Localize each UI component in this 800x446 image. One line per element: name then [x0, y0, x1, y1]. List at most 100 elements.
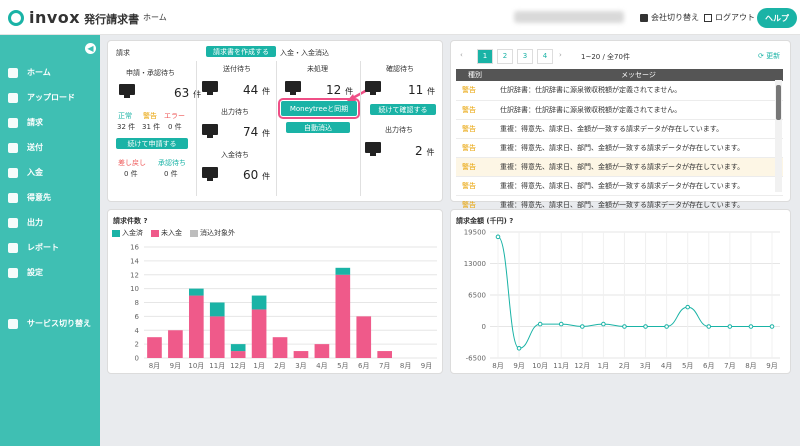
logo[interactable]: invox 発行請求書 [8, 8, 139, 27]
bar-segment [335, 267, 351, 275]
bar-segment [356, 316, 372, 358]
switch-icon [8, 318, 18, 329]
page-1[interactable]: 1 [477, 49, 493, 64]
continue-apply-button[interactable]: 続けて申請する [116, 138, 188, 149]
data-point [769, 324, 775, 329]
x-tick-label: 4月 [661, 362, 672, 370]
page-3[interactable]: 3 [517, 49, 533, 64]
x-tick-label: 2月 [619, 362, 630, 370]
x-tick-label: 8月 [745, 362, 756, 370]
legend-unpaid: 未入金 [151, 228, 182, 238]
sidebar-item-label: レポート [27, 243, 59, 252]
sidebar-item-settings[interactable]: 設定 [8, 267, 43, 278]
data-point [685, 304, 690, 310]
bar-segment [314, 344, 330, 358]
divider [276, 61, 277, 196]
table-row[interactable]: 警告 仕訳辞書：仕訳辞書に源泉徴収税額が定義されてません。 [456, 100, 783, 120]
table-row[interactable]: 警告 重複：得意先、請求日、部門、金額が一致する請求データが存在しています。 [456, 157, 783, 177]
returned-label: 差し戻し [118, 159, 146, 167]
moneytree-sync-button[interactable]: Moneytreeと同期 [278, 98, 360, 119]
service-switch-label: サービス切り替え [27, 319, 91, 328]
help-button[interactable]: ヘルプ [757, 8, 797, 28]
returned-count: 0 件 [124, 170, 138, 178]
building-icon [8, 192, 18, 203]
monitor-icon [365, 142, 381, 156]
legend-paid: 入金済 [112, 228, 143, 238]
approval-count: 63 件 [174, 86, 202, 100]
sidebar-item-billing[interactable]: 請求 [8, 117, 43, 128]
x-tick-label: 7月 [379, 362, 390, 370]
breadcrumb-home[interactable]: ホーム [143, 12, 167, 23]
monitor-icon [202, 81, 218, 95]
sidebar-item-label: 出力 [27, 218, 43, 227]
y-tick-label: 13000 [464, 260, 486, 268]
monitor-icon [285, 81, 301, 95]
bar-segment [377, 351, 393, 358]
sidebar-item-upload[interactable]: アップロード [8, 92, 75, 103]
sidebar-item-customers[interactable]: 得意先 [8, 192, 51, 203]
deposit-waiting-label: 入金待ち [221, 151, 249, 159]
x-tick-label: 11月 [553, 362, 569, 370]
sidebar-item-report[interactable]: レポート [8, 242, 59, 253]
continue-confirm-button[interactable]: 続けて確認する [370, 104, 436, 115]
error-count: 0 件 [168, 123, 182, 131]
sidebar-item-send[interactable]: 送付 [8, 142, 43, 153]
page-range: 1~20 / 全70件 [581, 53, 630, 61]
y-tick-label: 2 [135, 341, 139, 349]
x-tick-label: 12月 [574, 362, 590, 370]
send-waiting-count: 44 件 [243, 83, 271, 97]
awaiting-approval-count: 0 件 [164, 170, 178, 178]
cloud-upload-icon [8, 92, 18, 103]
logout-link[interactable]: ログアウト [704, 12, 755, 23]
table-row[interactable]: 警告 重複：得意先、請求日、部門、金額が一致する請求データが存在しています。 [456, 176, 783, 196]
monitor-icon [202, 167, 218, 181]
prev-page-icon[interactable]: ‹ [460, 51, 463, 59]
company-icon [640, 13, 648, 22]
x-tick-label: 10月 [532, 362, 548, 370]
create-invoice-button[interactable]: 請求書を作成する [206, 46, 276, 57]
switch-company-link[interactable]: 会社切り替え [640, 12, 699, 23]
help-icon: ? [143, 217, 148, 225]
refresh-button[interactable]: ⟳ 更新 [758, 51, 780, 61]
table-row[interactable]: 警告 重複：得意先、請求日、金額が一致する請求データが存在しています。 [456, 119, 783, 139]
x-tick-label: 6月 [703, 362, 714, 370]
y-tick-label: 10 [130, 285, 139, 293]
status-card: 請求 請求書を作成する 入金・入金消込 申請・承認待ち 63 件 正常 警告 エ… [107, 40, 443, 202]
column-message: メッセージ [494, 69, 783, 81]
collapse-arrow-icon[interactable]: ◀ [85, 43, 96, 54]
amount-chart: -6500 0 6500 13000 19500 8月 9月 10月 11月 12月 1月 2月 3月 4… [464, 229, 780, 370]
y-tick-label: -6500 [466, 355, 486, 363]
x-tick-label: 5月 [682, 362, 693, 370]
output-waiting-count: 74 件 [243, 125, 271, 139]
x-tick-label: 2月 [274, 362, 285, 370]
service-switch[interactable]: サービス切り替え [8, 318, 91, 329]
sidebar-item-label: 入金 [27, 168, 43, 177]
sidebar-item-deposit[interactable]: 入金 [8, 167, 43, 178]
page-2[interactable]: 2 [497, 49, 513, 64]
company-name-redacted [514, 11, 624, 23]
bar-segment [293, 351, 309, 358]
count-chart-title: 請求件数 ? [113, 217, 148, 225]
legend-excluded: 消込対象外 [190, 228, 235, 238]
sidebar-item-output[interactable]: 出力 [8, 217, 43, 228]
table-row[interactable]: 警告 重複：得意先、請求日、部門、金額が一致する請求データが存在しています。 [456, 138, 783, 158]
page-4[interactable]: 4 [537, 49, 553, 64]
logo-mark-icon [8, 9, 24, 26]
messages-scrollbar[interactable] [775, 80, 782, 192]
reconcile-output-label: 出力待ち [385, 126, 413, 134]
sidebar-item-home[interactable]: ホーム [8, 67, 51, 78]
confirm-waiting-label: 確認待ち [386, 65, 414, 73]
auto-reconcile-button[interactable]: 自動消込 [286, 122, 350, 133]
y-tick-label: 0 [135, 355, 139, 363]
normal-label: 正常 [118, 112, 132, 120]
switch-company-label: 会社切り替え [651, 13, 699, 22]
bar-segment [230, 344, 246, 352]
monitor-icon [202, 124, 218, 138]
bar-segment [168, 330, 183, 358]
x-tick-label: 1月 [598, 362, 609, 370]
bar-segment [188, 288, 204, 296]
x-tick-label: 6月 [358, 362, 369, 370]
table-row[interactable]: 警告 仕訳辞書：仕訳辞書に源泉徴収税額が定義されてません。 [456, 81, 783, 101]
next-page-icon[interactable]: › [559, 51, 562, 59]
billing-title: 請求 [116, 49, 130, 57]
